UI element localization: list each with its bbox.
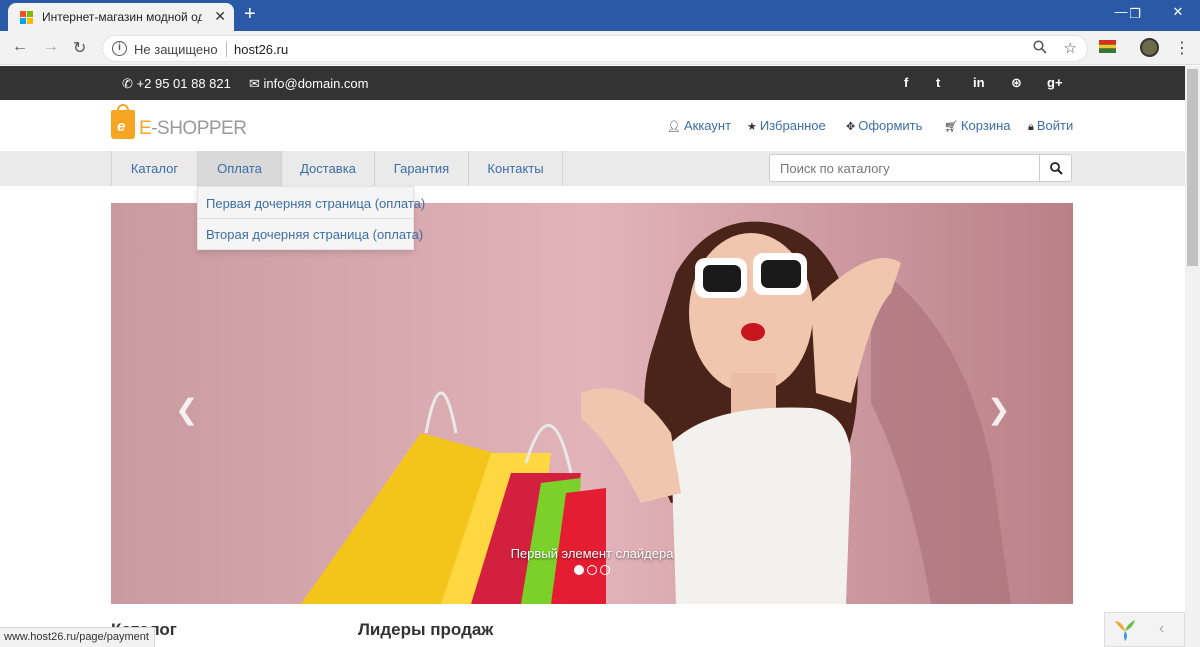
phone-contact[interactable]: ✆ +2 95 01 88 821 bbox=[122, 76, 231, 92]
logo-letter: e bbox=[117, 118, 126, 135]
email-text: info@domain.com bbox=[263, 76, 369, 91]
logo-text-prefix: E bbox=[139, 118, 152, 139]
facebook-icon[interactable]: f bbox=[904, 75, 908, 90]
logo-text[interactable]: E-SHOPPER bbox=[139, 118, 247, 140]
checkout-label: Оформить bbox=[858, 118, 923, 133]
crosshair-icon: ✥ bbox=[846, 121, 856, 133]
tab-close-icon[interactable]: ✕ bbox=[214, 8, 226, 25]
nav-item-contacts[interactable]: Контакты bbox=[469, 151, 563, 186]
logo-bag-icon[interactable]: e bbox=[111, 104, 135, 139]
search-input[interactable] bbox=[769, 154, 1040, 182]
browser-toolbar: ← → ↻ i Не защищено host26.ru ☆ bbox=[0, 31, 1200, 65]
security-label: Не защищено bbox=[134, 42, 218, 57]
back-icon[interactable]: ← bbox=[12, 38, 28, 56]
payment-dropdown-menu: Первая дочерняя страница (оплата) Вторая… bbox=[197, 186, 425, 250]
lock-icon: 🔒︎ bbox=[1028, 121, 1034, 133]
slider-next-icon[interactable]: ❯ bbox=[987, 393, 1010, 426]
login-link[interactable]: 🔒︎ Войти bbox=[1028, 118, 1073, 134]
info-icon[interactable]: i bbox=[112, 41, 127, 56]
search-icon bbox=[1050, 162, 1063, 175]
bag-handle bbox=[117, 104, 129, 114]
cart-link[interactable]: 🛒︎ Корзина bbox=[944, 118, 1011, 133]
checkout-link[interactable]: ✥ Оформить bbox=[846, 118, 922, 133]
extension-flag-icon[interactable] bbox=[1099, 40, 1116, 53]
profile-avatar[interactable] bbox=[1140, 38, 1159, 57]
scrollbar-thumb[interactable] bbox=[1187, 69, 1198, 266]
slide-image bbox=[111, 203, 1073, 604]
account-link[interactable]: 👤︎ Аккаунт bbox=[667, 118, 731, 133]
nav-item-warranty[interactable]: Гарантия bbox=[375, 151, 469, 186]
cart-icon: 🛒︎ bbox=[944, 121, 958, 133]
debug-toolbar-widget[interactable]: ‹ bbox=[1104, 612, 1185, 647]
site-topbar: ✆ +2 95 01 88 821 ✉ info@domain.com f t … bbox=[0, 66, 1185, 100]
forward-icon[interactable]: → bbox=[43, 38, 59, 56]
envelope-icon: ✉ bbox=[249, 76, 260, 91]
bookmark-star-icon[interactable]: ☆ bbox=[1064, 39, 1077, 57]
account-label: Аккаунт bbox=[683, 118, 732, 133]
hero-slider: ❮ ❯ Первый элемент слайдера bbox=[111, 203, 1073, 604]
zoom-icon[interactable] bbox=[1033, 40, 1047, 57]
nav-item-catalog[interactable]: Каталог bbox=[112, 151, 198, 186]
tab-title: Интернет-магазин модной оде bbox=[42, 10, 202, 24]
status-url-bar: www.host26.ru/page/payment bbox=[0, 627, 155, 647]
browser-menu-icon[interactable]: ⋮ bbox=[1174, 38, 1190, 58]
slider-dot-3[interactable] bbox=[600, 565, 610, 575]
slider-prev-icon[interactable]: ❮ bbox=[175, 393, 198, 426]
google-plus-icon[interactable]: g+ bbox=[1047, 75, 1063, 90]
page-scrollbar[interactable] bbox=[1185, 66, 1200, 647]
nav-item-payment[interactable]: Оплата bbox=[198, 151, 282, 186]
nav-item-delivery[interactable]: Доставка bbox=[282, 151, 375, 186]
site-favicon-icon bbox=[20, 11, 33, 24]
linkedin-icon[interactable]: in bbox=[973, 75, 985, 90]
chevron-left-icon[interactable]: ‹ bbox=[1159, 620, 1164, 638]
search-button[interactable] bbox=[1039, 154, 1072, 182]
yii-logo-icon bbox=[1115, 620, 1135, 641]
email-contact[interactable]: ✉ info@domain.com bbox=[249, 76, 369, 92]
phone-icon: ✆ bbox=[122, 76, 133, 91]
browser-tab-strip: Интернет-магазин модной оде ✕ + — ❐ ✕ bbox=[0, 0, 1200, 31]
reload-icon[interactable]: ↻ bbox=[73, 38, 86, 58]
cart-label: Корзина bbox=[960, 118, 1011, 133]
favorites-link[interactable]: ★ Избранное bbox=[747, 118, 826, 133]
slide-caption: Первый элемент слайдера bbox=[510, 546, 674, 561]
dribbble-icon[interactable]: ⊛ bbox=[1011, 75, 1022, 91]
star-icon: ★ bbox=[747, 121, 757, 133]
user-icon: 👤︎ bbox=[667, 121, 681, 133]
dropdown-item-payment-2[interactable]: Вторая дочерняя страница (оплата) bbox=[206, 227, 423, 242]
url-text[interactable]: host26.ru bbox=[234, 42, 288, 57]
divider bbox=[226, 42, 227, 57]
address-bar[interactable]: i Не защищено host26.ru ☆ bbox=[102, 35, 1088, 62]
slider-dot-2[interactable] bbox=[587, 565, 597, 575]
phone-text: +2 95 01 88 821 bbox=[136, 76, 231, 91]
browser-tab[interactable]: Интернет-магазин модной оде ✕ bbox=[8, 3, 234, 31]
logo-text-rest: -SHOPPER bbox=[151, 118, 247, 139]
restore-icon[interactable]: ❐ bbox=[1120, 6, 1150, 22]
bestsellers-heading: Лидеры продаж bbox=[358, 620, 494, 639]
login-label: Войти bbox=[1036, 118, 1074, 133]
window-close-icon[interactable]: ✕ bbox=[1163, 4, 1193, 20]
dropdown-divider bbox=[198, 218, 413, 219]
twitter-icon[interactable]: t bbox=[936, 75, 940, 90]
slider-dot-1[interactable] bbox=[574, 565, 584, 575]
favorites-label: Избранное bbox=[759, 118, 826, 133]
dropdown-item-payment-1[interactable]: Первая дочерняя страница (оплата) bbox=[206, 196, 425, 211]
new-tab-icon[interactable]: + bbox=[244, 3, 256, 26]
